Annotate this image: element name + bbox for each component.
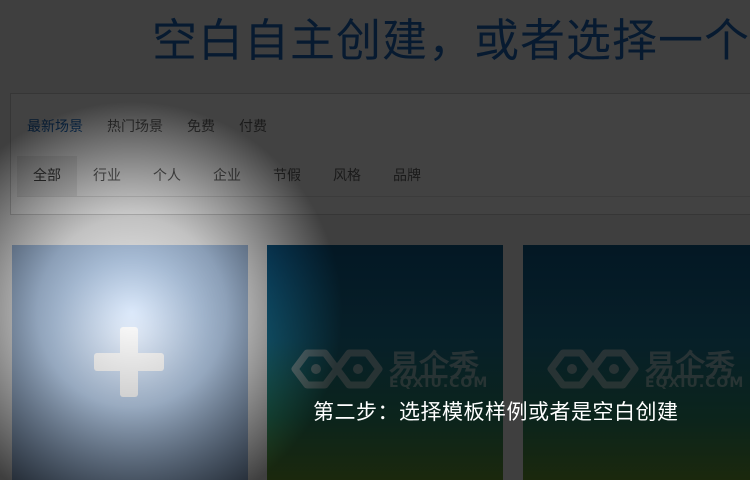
tab-hot-scenes[interactable]: 热门场景 [107, 116, 163, 136]
category-filter: 全部 行业 个人 企业 节假 风格 品牌 [17, 156, 750, 197]
scene-tabs: 最新场景 热门场景 免费 付费 [27, 116, 267, 136]
tab-paid[interactable]: 付费 [239, 116, 267, 136]
page-headline: 空白自主创建，或者选择一个 [152, 14, 750, 67]
tab-latest-scenes[interactable]: 最新场景 [27, 116, 83, 136]
template-card[interactable]: 易企秀 EQXIU.COM [523, 245, 750, 480]
category-all[interactable]: 全部 [17, 156, 77, 196]
logo-brand-en: EQXIU.COM [645, 375, 745, 391]
filter-panel: 最新场景 热门场景 免费 付费 全部 行业 个人 企业 节假 风格 品牌 [10, 93, 750, 215]
template-card[interactable]: 易企秀 EQXIU.COM [267, 245, 503, 480]
category-personal[interactable]: 个人 [137, 156, 197, 196]
category-industry[interactable]: 行业 [77, 156, 137, 196]
eqxiu-logo: 易企秀 EQXIU.COM [285, 345, 489, 397]
tab-free[interactable]: 免费 [187, 116, 215, 136]
eqxiu-logo-mark-icon [291, 349, 383, 389]
category-holiday[interactable]: 节假 [257, 156, 317, 196]
logo-brand-en: EQXIU.COM [389, 375, 489, 391]
step-caption: 第二步：选择模板样例或者是空白创建 [313, 400, 679, 424]
category-style[interactable]: 风格 [317, 156, 377, 196]
eqxiu-logo: 易企秀 EQXIU.COM [541, 345, 745, 397]
category-enterprise[interactable]: 企业 [197, 156, 257, 196]
plus-icon [94, 327, 164, 397]
blank-create-card[interactable] [12, 245, 248, 480]
eqxiu-logo-mark-icon [547, 349, 639, 389]
category-brand[interactable]: 品牌 [377, 156, 437, 196]
